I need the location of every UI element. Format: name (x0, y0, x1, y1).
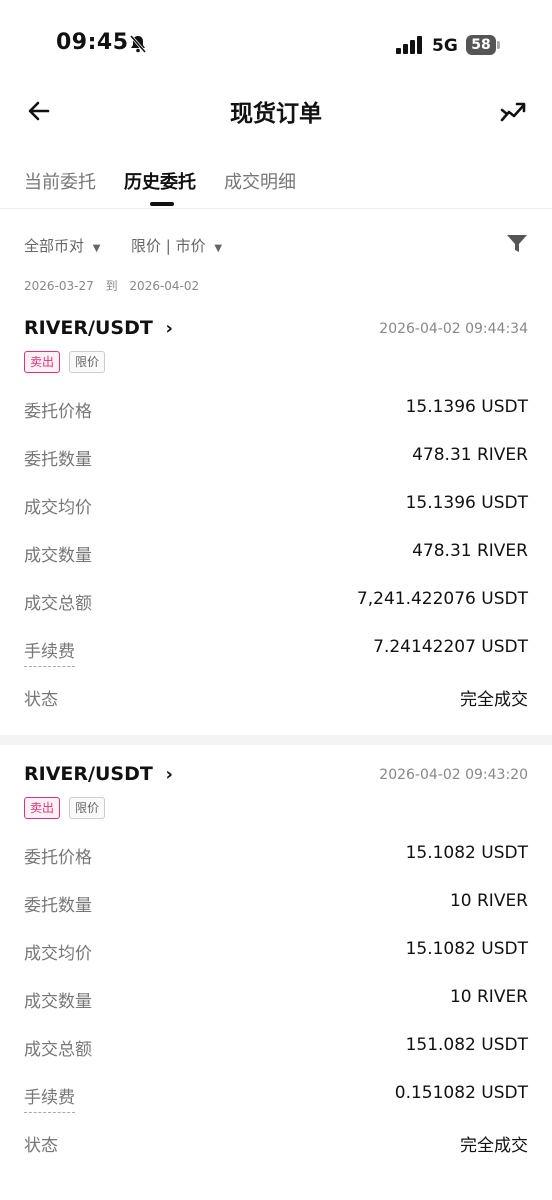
status-bar: 09:45 5G 58 (0, 0, 552, 90)
row-label: 成交总额 (24, 594, 92, 614)
bell-muted-icon (129, 35, 147, 53)
nav-bar: 现货订单 (0, 90, 552, 150)
status-value: 完全成交 (460, 690, 528, 710)
order-row-avg-price: 成交均价 15.1396 USDT (24, 483, 528, 531)
caret-down-icon: ▼ (92, 243, 101, 254)
row-value: 478.31 RIVER (412, 445, 528, 465)
order-row-total: 成交总额 151.082 USDT (24, 1025, 528, 1073)
row-value: 15.1396 USDT (405, 397, 528, 417)
battery-icon: 58 (466, 35, 500, 55)
page-title: 现货订单 (230, 101, 322, 127)
status-value: 完全成交 (460, 1136, 528, 1156)
order-row-filled: 成交数量 10 RIVER (24, 977, 528, 1025)
row-label: 成交均价 (24, 944, 92, 964)
row-label: 成交数量 (24, 546, 92, 566)
row-value: 0.151082 USDT (394, 1083, 528, 1103)
fee-label[interactable]: 手续费 (24, 637, 75, 667)
order-row-fee: 手续费 0.151082 USDT (24, 1073, 528, 1121)
type-filter-dropdown[interactable]: 限价 | 市价 ▼ (131, 235, 222, 256)
active-tab-indicator (150, 202, 174, 206)
network-type: 5G (432, 36, 458, 56)
filter-funnel-icon[interactable] (506, 233, 528, 255)
order-tabs: 当前委托 历史委托 成交明细 (0, 150, 552, 209)
order-card: RIVER/USDT › 2026-04-02 09:43:20 卖出 限价 委… (0, 763, 552, 1169)
tab-open-orders[interactable]: 当前委托 (24, 168, 96, 194)
order-pair[interactable]: RIVER/USDT › (24, 763, 173, 785)
type-badge: 限价 (69, 351, 106, 373)
order-time: 2026-04-02 09:43:20 (379, 767, 528, 783)
row-value: 15.1082 USDT (405, 939, 528, 959)
order-pair-label: RIVER/USDT (24, 763, 153, 785)
row-label: 委托数量 (24, 896, 92, 916)
battery-level: 58 (466, 35, 496, 55)
order-row-amount: 委托数量 478.31 RIVER (24, 435, 528, 483)
row-value: 10 RIVER (449, 987, 528, 1007)
row-label: 状态 (24, 1136, 58, 1156)
row-label: 状态 (24, 690, 58, 710)
row-label: 委托价格 (24, 402, 92, 422)
row-label: 委托数量 (24, 450, 92, 470)
type-badge: 限价 (69, 797, 106, 819)
row-label: 成交均价 (24, 498, 92, 518)
chevron-right-icon: › (165, 318, 173, 339)
order-row-amount: 委托数量 10 RIVER (24, 881, 528, 929)
fee-label[interactable]: 手续费 (24, 1083, 75, 1113)
row-label: 委托价格 (24, 848, 92, 868)
pair-filter-dropdown[interactable]: 全部币对 ▼ (24, 235, 101, 256)
signal-icon (396, 36, 422, 54)
date-from: 2026-03-27 (24, 279, 94, 293)
row-value: 10 RIVER (449, 891, 528, 911)
type-filter-label: 限价 | 市价 (131, 237, 206, 255)
row-label: 成交数量 (24, 992, 92, 1012)
order-card: RIVER/USDT › 2026-04-02 09:44:34 卖出 限价 委… (0, 317, 552, 723)
row-value: 15.1082 USDT (405, 843, 528, 863)
side-badge: 卖出 (24, 351, 61, 373)
order-row-avg-price: 成交均价 15.1082 USDT (24, 929, 528, 977)
order-row-price: 委托价格 15.1396 USDT (24, 387, 528, 435)
row-value: 15.1396 USDT (405, 493, 528, 513)
order-row-filled: 成交数量 478.31 RIVER (24, 531, 528, 579)
order-row-status: 状态 完全成交 (24, 1121, 528, 1169)
pair-filter-label: 全部币对 (24, 237, 85, 255)
share-chart-icon[interactable] (498, 96, 528, 126)
caret-down-icon: ▼ (214, 243, 223, 254)
order-pair-label: RIVER/USDT (24, 317, 153, 339)
order-row-status: 状态 完全成交 (24, 675, 528, 723)
date-separator: 到 (105, 279, 118, 293)
order-time: 2026-04-02 09:44:34 (379, 321, 528, 337)
order-row-price: 委托价格 15.1082 USDT (24, 833, 528, 881)
side-badge: 卖出 (24, 797, 61, 819)
tab-trade-history[interactable]: 成交明细 (224, 168, 296, 194)
filter-bar: 全部币对 ▼ 限价 | 市价 ▼ (0, 209, 552, 277)
row-value: 151.082 USDT (405, 1035, 528, 1055)
order-row-fee: 手续费 7.24142207 USDT (24, 627, 528, 675)
status-time: 09:45 (56, 30, 129, 55)
section-divider (0, 735, 552, 745)
row-value: 7.24142207 USDT (373, 637, 528, 657)
tab-order-history[interactable]: 历史委托 (124, 168, 196, 194)
order-pair[interactable]: RIVER/USDT › (24, 317, 173, 339)
order-row-total: 成交总额 7,241.422076 USDT (24, 579, 528, 627)
chevron-right-icon: › (165, 764, 173, 785)
row-value: 478.31 RIVER (412, 541, 528, 561)
date-to: 2026-04-02 (129, 279, 200, 293)
date-range: 2026-03-27 到 2026-04-02 (0, 277, 552, 317)
row-label: 成交总额 (24, 1040, 92, 1060)
row-value: 7,241.422076 USDT (356, 589, 528, 609)
